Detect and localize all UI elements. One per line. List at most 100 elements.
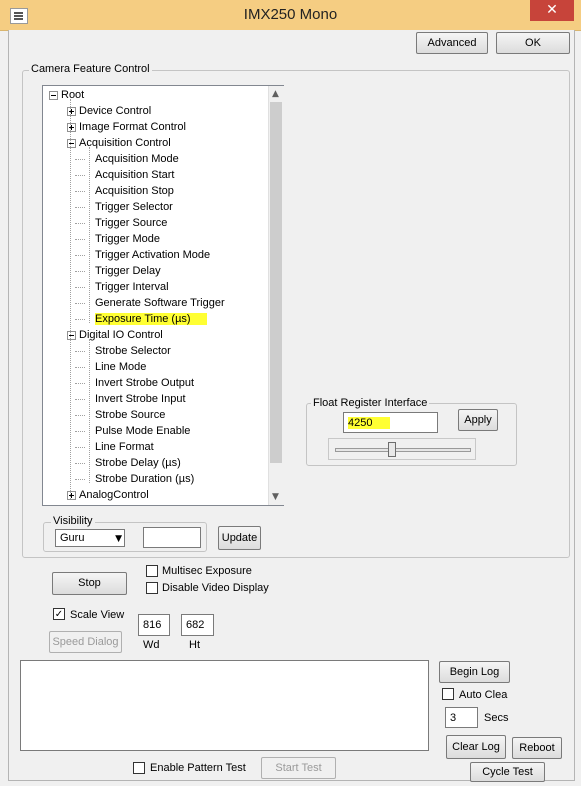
- ok-button[interactable]: OK: [496, 32, 570, 54]
- start-test-button[interactable]: Start Test: [261, 757, 336, 779]
- tree-connector: [75, 159, 85, 160]
- tree-connector: [75, 223, 85, 224]
- multisec-exposure-label: Multisec Exposure: [162, 565, 252, 577]
- tree-item-label: Device Control: [79, 105, 152, 117]
- tree-item-label: Trigger Delay: [95, 265, 161, 277]
- height-field[interactable]: 682: [181, 614, 214, 636]
- visibility-label: Visibility: [51, 515, 95, 527]
- tree-connector: [75, 303, 85, 304]
- begin-log-button[interactable]: Begin Log: [439, 661, 510, 683]
- tree-connector: [89, 339, 90, 483]
- tree-connector: [75, 431, 85, 432]
- tree-item-label: Trigger Activation Mode: [95, 249, 211, 261]
- tree-item-label: Trigger Source: [95, 217, 168, 229]
- tree-connector: [75, 255, 85, 256]
- float-value-field[interactable]: 4250: [343, 412, 438, 433]
- tree-item-label: Generate Software Trigger: [95, 297, 225, 309]
- disable-video-label: Disable Video Display: [162, 582, 269, 594]
- expand-plus-icon[interactable]: [67, 107, 76, 116]
- secs-field[interactable]: 3: [445, 707, 478, 728]
- update-button[interactable]: Update: [218, 526, 261, 550]
- tree-item-label: Trigger Mode: [95, 233, 161, 245]
- feature-tree[interactable]: Root Device Control Image Format Control Ac…: [42, 85, 284, 506]
- tree-item-label: Strobe Delay (µs): [95, 457, 181, 469]
- tree-item-label: Invert Strobe Output: [95, 377, 195, 389]
- enable-pattern-test-label: Enable Pattern Test: [150, 762, 246, 774]
- speed-dialog-button[interactable]: Speed Dialog: [49, 631, 122, 653]
- tree-item-label: AnalogControl: [79, 489, 149, 501]
- tree-item-label: Root: [61, 89, 85, 101]
- slider-thumb[interactable]: [388, 442, 397, 457]
- cycle-test-button[interactable]: Cycle Test: [470, 762, 545, 782]
- close-button[interactable]: ✕: [530, 0, 574, 21]
- scale-view-label: Scale View: [70, 609, 125, 621]
- auto-clear-checkbox[interactable]: [442, 688, 454, 700]
- window-title: IMX250 Mono: [243, 6, 338, 23]
- collapse-minus-icon[interactable]: [67, 331, 76, 340]
- multisec-exposure-checkbox[interactable]: [146, 565, 158, 577]
- tree-item-label: Acquisition Control: [79, 137, 171, 149]
- expand-plus-icon[interactable]: [67, 491, 76, 500]
- visibility-selected: Guru: [60, 532, 85, 544]
- width-label: Wd: [143, 639, 160, 651]
- tree-item-label: Invert Strobe Input: [95, 393, 186, 405]
- tree-connector: [75, 207, 85, 208]
- tree-item-label: Image Format Control: [79, 121, 186, 133]
- tree-connector: [75, 447, 85, 448]
- tree-connector: [75, 191, 85, 192]
- tree-connector: [75, 415, 85, 416]
- height-label: Ht: [189, 639, 200, 651]
- tree-connector: [75, 351, 85, 352]
- scrollbar-thumb[interactable]: [270, 102, 282, 463]
- enable-pattern-test-checkbox[interactable]: [133, 762, 145, 774]
- collapse-minus-icon[interactable]: [49, 91, 58, 100]
- tree-item-label: Trigger Interval: [95, 281, 169, 293]
- secs-label: Secs: [484, 712, 509, 724]
- visibility-select[interactable]: Guru ▼: [55, 529, 125, 547]
- tree-connector: [75, 383, 85, 384]
- tree-item-label: Acquisition Mode: [95, 153, 179, 165]
- tree-item-label: Exposure Time (µs): [95, 313, 207, 325]
- scroll-up-arrow-icon[interactable]: ▲: [268, 87, 283, 101]
- log-textarea[interactable]: [20, 660, 429, 751]
- scroll-down-arrow-icon[interactable]: ▼: [268, 490, 283, 504]
- expand-plus-icon[interactable]: [67, 123, 76, 132]
- float-value-text: 4250: [348, 417, 391, 429]
- tree-connector: [75, 175, 85, 176]
- tree-item-label: Line Format: [95, 441, 154, 453]
- stop-button[interactable]: Stop: [52, 572, 127, 595]
- tree-connector: [75, 239, 85, 240]
- visibility-text-field[interactable]: [143, 527, 201, 548]
- tree-item-label: Pulse Mode Enable: [95, 425, 191, 437]
- tree-connector: [75, 319, 85, 320]
- camera-feature-control-label: Camera Feature Control: [29, 63, 152, 75]
- tree-connector: [70, 99, 71, 499]
- tree-item-label: Strobe Duration (µs): [95, 473, 195, 485]
- tree-item-label: Acquisition Start: [95, 169, 175, 181]
- clear-log-button[interactable]: Clear Log: [446, 735, 506, 759]
- tree-connector: [75, 479, 85, 480]
- tree-item-label: Line Mode: [95, 361, 147, 373]
- width-field[interactable]: 816: [138, 614, 170, 636]
- tree-connector: [75, 367, 85, 368]
- apply-button[interactable]: Apply: [458, 409, 498, 431]
- float-register-label: Float Register Interface: [311, 397, 430, 409]
- float-slider[interactable]: [328, 438, 476, 460]
- collapse-minus-icon[interactable]: [67, 139, 76, 148]
- tree-item-label: Acquisition Stop: [95, 185, 174, 197]
- tree-connector: [75, 463, 85, 464]
- tree-item-label: Strobe Source: [95, 409, 166, 421]
- tree-item-label: Trigger Selector: [95, 201, 173, 213]
- reboot-button[interactable]: Reboot: [512, 737, 562, 759]
- slider-track: [335, 448, 471, 452]
- tree-connector: [75, 271, 85, 272]
- scale-view-checkbox[interactable]: ✓: [53, 608, 65, 620]
- auto-clear-label: Auto Clea: [459, 689, 508, 701]
- tree-connector: [89, 147, 90, 323]
- tree-connector: [75, 399, 85, 400]
- chevron-down-icon[interactable]: ▼: [115, 531, 122, 547]
- tree-item-label: Strobe Selector: [95, 345, 171, 357]
- advanced-button[interactable]: Advanced: [416, 32, 488, 54]
- tree-connector: [75, 287, 85, 288]
- disable-video-checkbox[interactable]: [146, 582, 158, 594]
